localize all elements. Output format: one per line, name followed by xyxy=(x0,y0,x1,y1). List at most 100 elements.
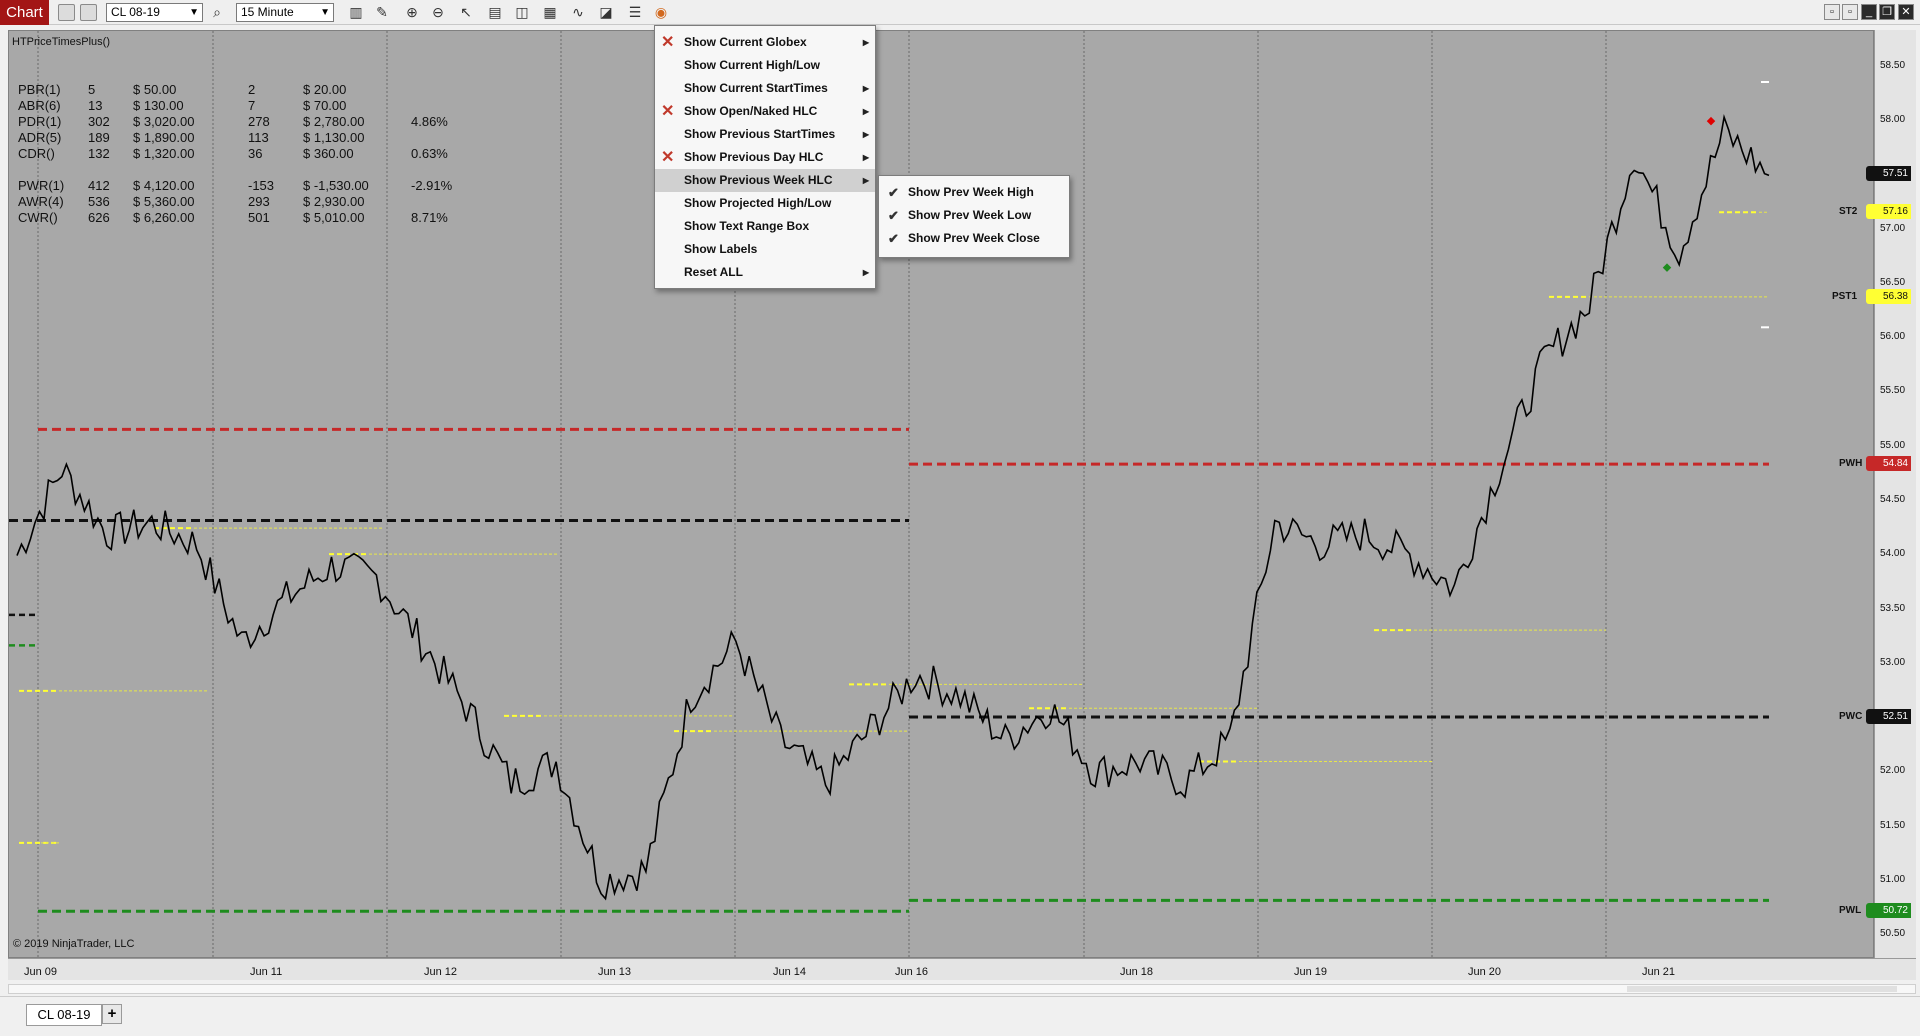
stats-v2: $ 2,780.00 xyxy=(303,114,365,129)
x-mark-icon: ✕ xyxy=(661,103,675,120)
stats-label: ABR(6) xyxy=(18,98,61,113)
stats-v1: $ 50.00 xyxy=(133,82,177,97)
x-mark-icon: ✕ xyxy=(661,34,675,51)
stats-v2: $ 2,930.00 xyxy=(303,194,365,209)
stats-v1: $ 1,320.00 xyxy=(133,146,195,161)
stats-v1: $ 130.00 xyxy=(133,98,184,113)
price-level-badge: 57.16 xyxy=(1866,204,1911,220)
stats-n2: 501 xyxy=(248,210,270,225)
time-axis[interactable]: Jun 09 Jun 11 Jun 12 Jun 13 Jun 14 Jun 16 Jun … xyxy=(8,958,1916,980)
color-wheel-icon[interactable]: ◉ xyxy=(652,2,670,22)
menu-item[interactable]: Reset ALL ▶ xyxy=(655,261,875,284)
stats-v1: $ 6,260.00 xyxy=(133,210,195,225)
restore-icon[interactable]: ▫ xyxy=(1824,4,1840,20)
menu-item[interactable]: ✕ Show Current Globex ▶ xyxy=(655,31,875,54)
chart-panel[interactable] xyxy=(8,30,1874,958)
price-tick: 56.00 xyxy=(1880,331,1906,343)
menu-item[interactable]: Show Labels xyxy=(655,238,875,261)
price-tick: 50.50 xyxy=(1880,928,1906,940)
menu-item[interactable]: Show Current High/Low xyxy=(655,54,875,77)
stats-n2: 113 xyxy=(248,130,269,145)
submenu-item[interactable]: ✔ Show Prev Week Low xyxy=(879,204,1069,227)
templates-icon[interactable]: ◫ xyxy=(513,2,531,22)
stats-n2: 293 xyxy=(248,194,270,209)
stats-n1: 5 xyxy=(88,82,96,97)
checkmark-icon: ✔ xyxy=(888,185,899,200)
properties-icon[interactable]: ▤ xyxy=(486,2,504,22)
menu-item-label: Show Current High/Low xyxy=(684,58,820,72)
session-low-marker xyxy=(1662,263,1672,272)
drawing-tool-icon[interactable]: ✎ xyxy=(373,2,391,22)
zoom-in-icon[interactable]: ⊕ xyxy=(403,2,421,22)
tile-icon[interactable]: ▫ xyxy=(1842,4,1858,20)
price-level-badge: 57.51 xyxy=(1866,166,1911,182)
horizontal-scrollbar[interactable] xyxy=(8,984,1916,994)
bar-type-icon[interactable]: ▥ xyxy=(347,2,365,22)
close-button[interactable]: ✕ xyxy=(1898,4,1914,20)
chevron-down-icon: ▼ xyxy=(189,7,199,18)
menu-item[interactable]: ✕ Show Previous Day HLC ▶ xyxy=(655,146,875,169)
menu-item[interactable]: Show Text Range Box xyxy=(655,215,875,238)
data-box-icon[interactable] xyxy=(80,4,97,21)
price-tick: 54.50 xyxy=(1880,493,1906,505)
level-label: PWH xyxy=(1839,458,1863,470)
stats-pct: 4.86% xyxy=(411,114,448,129)
add-tab-button[interactable]: + xyxy=(102,1004,122,1024)
chart-trader-icon[interactable]: ▦ xyxy=(541,2,559,22)
price-tick: 51.50 xyxy=(1880,819,1906,831)
stats-v2: $ 360.00 xyxy=(303,146,354,161)
level-label: ST2 xyxy=(1839,206,1858,218)
chart-toolbar: Chart CL 08-19 ▼ ⌕ 15 Minute ▼ ▥ ✎ ⊕ ⊖ ↖ ▤… xyxy=(0,0,1920,25)
scroll-thumb[interactable] xyxy=(1627,986,1897,992)
checkmark-icon: ✔ xyxy=(888,208,899,223)
stats-v1: $ 4,120.00 xyxy=(133,178,195,193)
stats-n1: 302 xyxy=(88,114,110,129)
time-label: Jun 21 xyxy=(1642,966,1676,978)
tab-cl-08-19[interactable]: CL 08-19 xyxy=(26,1004,102,1026)
menu-item-label: Show Labels xyxy=(684,242,758,256)
copyright-text: © 2019 NinjaTrader, LLC xyxy=(13,938,135,950)
interval-select[interactable]: 15 Minute ▼ xyxy=(236,3,334,22)
instrument-icon[interactable] xyxy=(58,4,75,21)
price-tick: 52.00 xyxy=(1880,765,1906,777)
submenu-item[interactable]: ✔ Show Prev Week Close xyxy=(879,227,1069,250)
menu-item[interactable]: Show Current StartTimes ▶ xyxy=(655,77,875,100)
submenu-item[interactable]: ✔ Show Prev Week High xyxy=(879,181,1069,204)
menu-item-label: Show Previous Day HLC xyxy=(684,150,824,164)
maximize-button[interactable]: ❐ xyxy=(1879,4,1895,20)
time-label: Jun 19 xyxy=(1294,966,1328,978)
price-chart[interactable] xyxy=(9,31,1874,958)
price-tick: 55.50 xyxy=(1880,385,1906,397)
price-tick: 57.00 xyxy=(1880,222,1906,234)
stats-n2: -153 xyxy=(248,178,275,193)
level-label: PWC xyxy=(1839,710,1863,722)
instrument-select[interactable]: CL 08-19 ▼ xyxy=(106,3,203,22)
price-tick: 53.50 xyxy=(1880,602,1906,614)
menu-item-label: Show Current Globex xyxy=(684,35,807,49)
indicators-icon[interactable]: ◪ xyxy=(597,2,615,22)
price-tick: 58.50 xyxy=(1880,59,1906,71)
session-high-marker xyxy=(1706,116,1716,126)
search-icon[interactable]: ⌕ xyxy=(208,2,226,22)
chart-title-tab[interactable]: Chart xyxy=(0,0,49,25)
stats-label: PWR(1) xyxy=(18,178,65,193)
stats-v1: $ 3,020.00 xyxy=(133,114,195,129)
minimize-button[interactable]: _ xyxy=(1861,4,1877,20)
time-label: Jun 16 xyxy=(895,966,929,978)
menu-item[interactable]: ✕ Show Open/Naked HLC ▶ xyxy=(655,100,875,123)
time-label: Jun 12 xyxy=(424,966,458,978)
list-icon[interactable]: ☰ xyxy=(626,2,644,22)
menu-item[interactable]: Show Previous Week HLC ▶ xyxy=(655,169,875,192)
menu-item-label: Show Previous Week HLC xyxy=(684,173,833,187)
menu-item-label: Reset ALL xyxy=(684,265,743,279)
menu-item[interactable]: Show Projected High/Low xyxy=(655,192,875,215)
stats-label: CWR() xyxy=(18,210,58,225)
zoom-out-icon[interactable]: ⊖ xyxy=(429,2,447,22)
strategies-icon[interactable]: ∿ xyxy=(569,2,587,22)
menu-item[interactable]: Show Previous StartTimes ▶ xyxy=(655,123,875,146)
submenu-item-label: Show Prev Week Low xyxy=(908,208,1032,222)
pointer-icon[interactable]: ↖ xyxy=(457,2,475,22)
level-label: PWL xyxy=(1839,905,1862,917)
price-level-badge: 56.38 xyxy=(1866,288,1911,304)
level-label: PST1 xyxy=(1832,290,1858,302)
